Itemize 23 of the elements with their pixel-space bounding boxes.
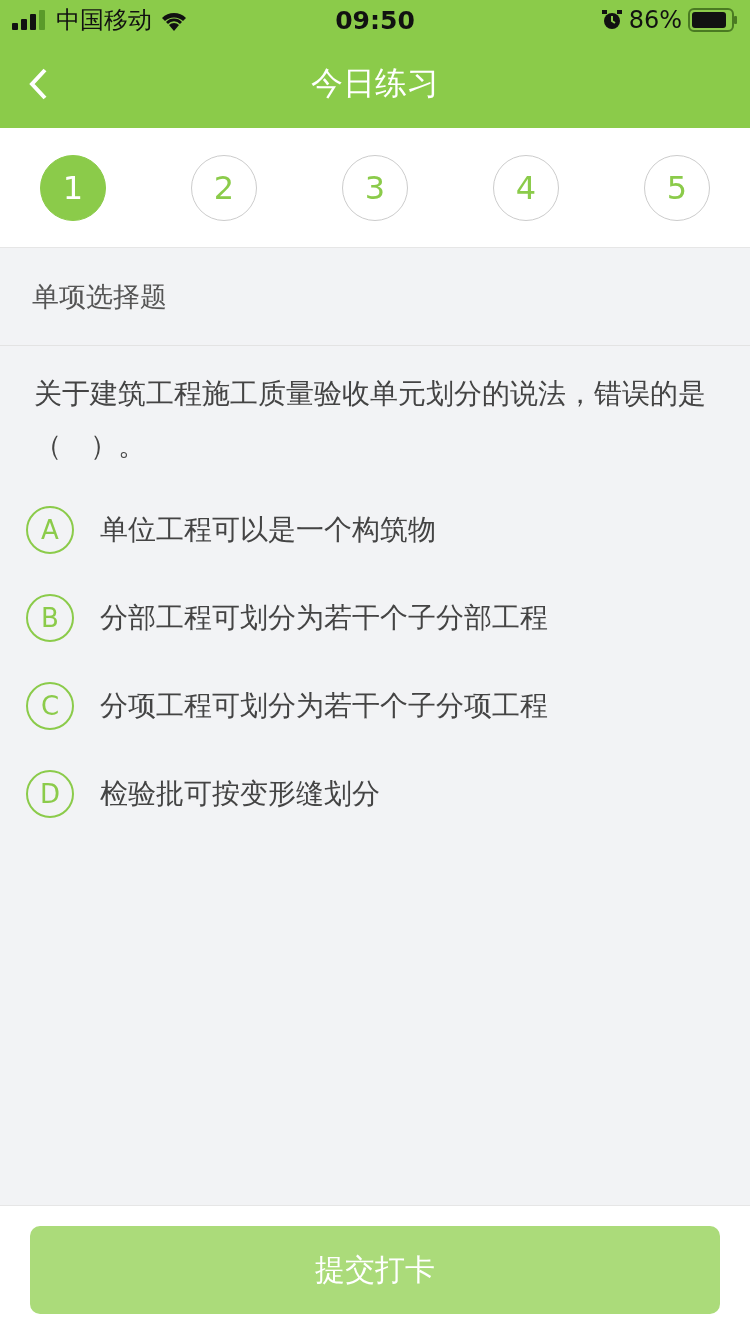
option-letter[interactable]: C <box>26 682 74 730</box>
question-number-tab[interactable]: 5 <box>644 154 710 221</box>
question-number-tab[interactable]: 3 <box>342 154 408 221</box>
battery-icon <box>688 8 738 32</box>
question-number-tab[interactable]: 4 <box>493 154 559 221</box>
alarm-icon <box>600 9 623 31</box>
page-title: 今日练习 <box>311 63 439 104</box>
question-number-tab[interactable]: 2 <box>191 154 257 221</box>
option-text[interactable]: 分部工程可划分为若干个子分部工程 <box>100 599 548 637</box>
carrier-name: 中国移动 <box>56 5 152 36</box>
option-letter[interactable]: D <box>26 770 74 818</box>
status-time: 09:50 <box>335 5 415 35</box>
option-text[interactable]: 单位工程可以是一个构筑物 <box>100 511 436 549</box>
option-text[interactable]: 分项工程可划分为若干个子分项工程 <box>100 687 548 725</box>
question-text: 关于建筑工程施工质量验收单元划分的说法，错误的是（ ）。 <box>34 376 707 464</box>
option-text[interactable]: 检验批可按变形缝划分 <box>100 775 380 813</box>
section-title: 单项选择题 <box>32 279 167 314</box>
battery-percent: 86% <box>628 6 682 34</box>
option-letter[interactable]: B <box>26 594 74 642</box>
signal-icon <box>12 10 48 30</box>
question-number-tab[interactable]: 1 <box>40 154 106 221</box>
back-button[interactable] <box>28 67 48 101</box>
option-letter[interactable]: A <box>26 506 74 554</box>
